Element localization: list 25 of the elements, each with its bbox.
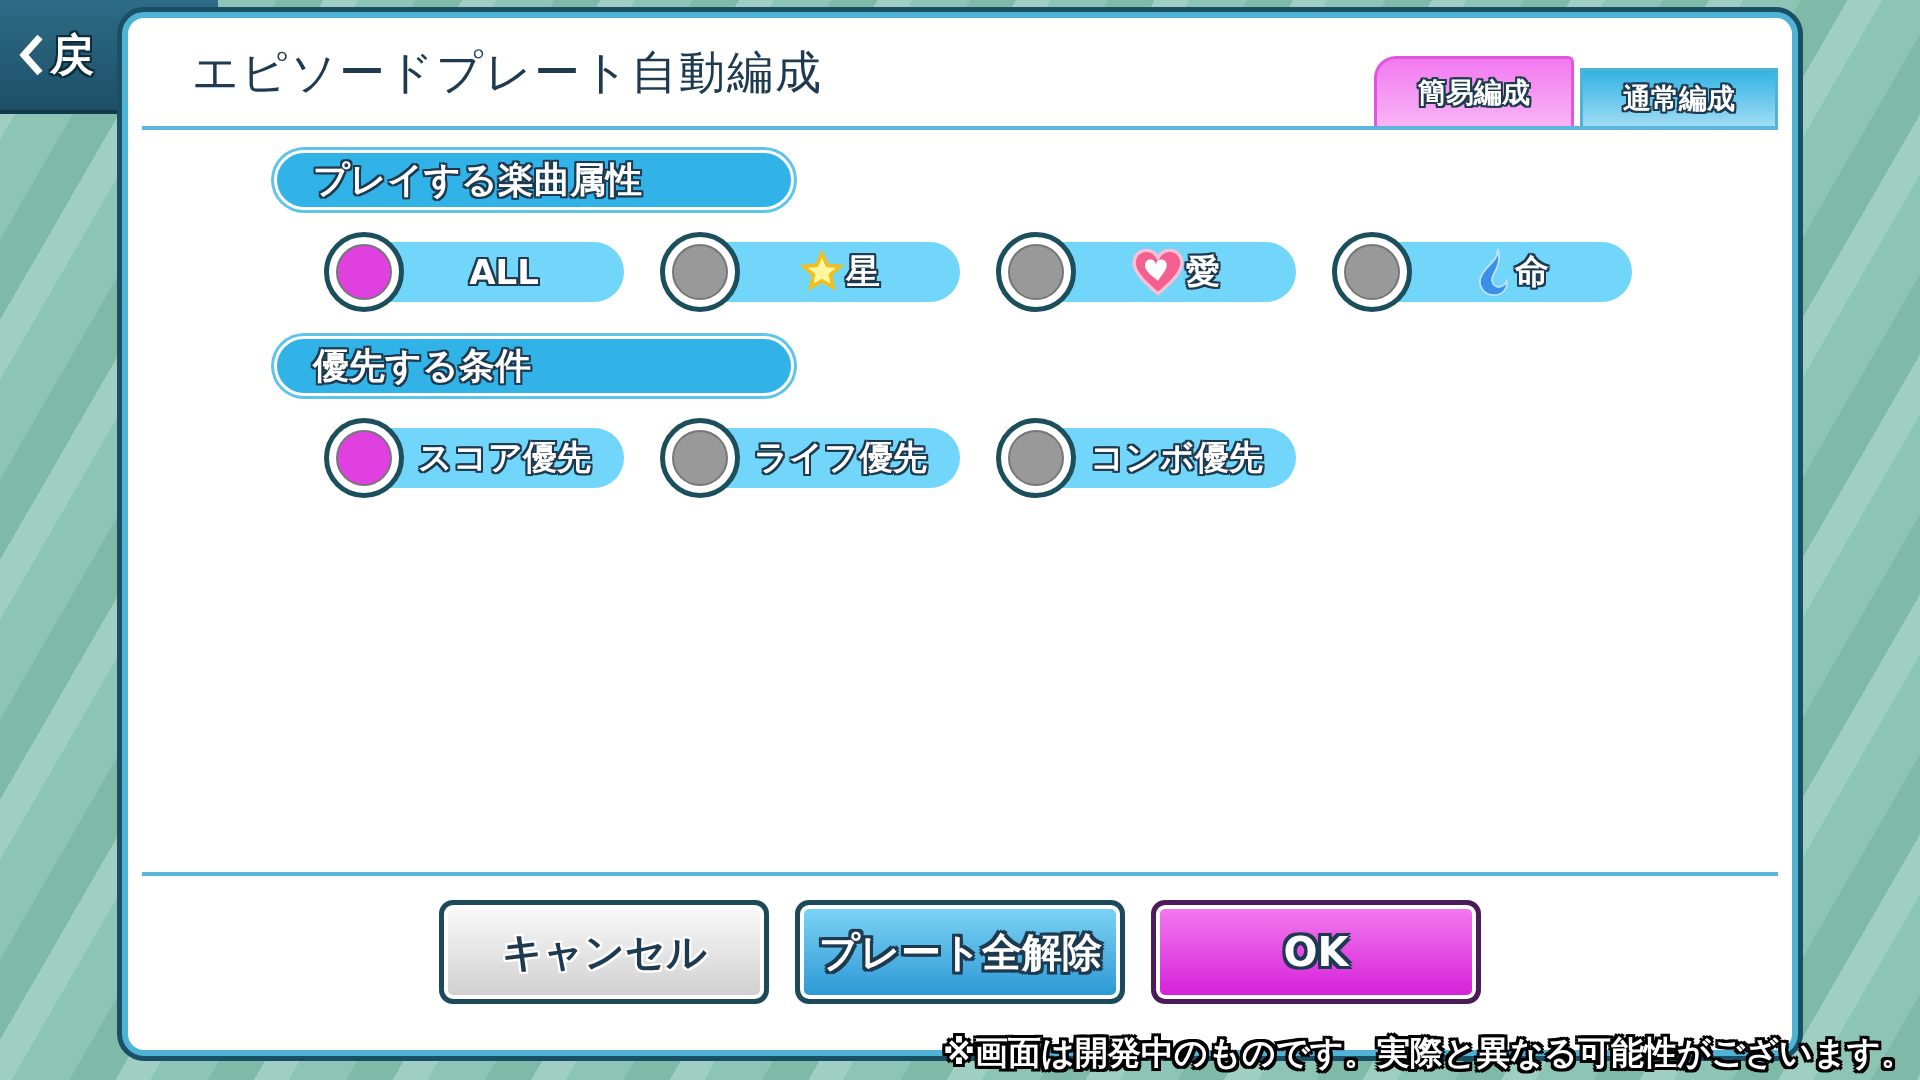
radio-option[interactable]: コンボ優先 xyxy=(996,418,1296,498)
section-heading: プレイする楽曲属性 xyxy=(274,150,794,210)
option-label: コンボ優先 xyxy=(1089,436,1263,479)
option-label: ALL xyxy=(469,252,539,292)
option-label: 星 xyxy=(846,250,880,293)
clear-button[interactable]: プレート全解除 xyxy=(795,900,1125,1004)
tab[interactable]: 簡易編成 xyxy=(1374,56,1574,126)
cancel-button[interactable]: キャンセル xyxy=(439,900,769,1004)
option-label: 命 xyxy=(1515,250,1549,293)
option-label: スコア優先 xyxy=(417,436,591,479)
radio-option[interactable]: 命 xyxy=(1332,232,1632,312)
heart-icon xyxy=(1132,248,1184,296)
tab[interactable]: 通常編成 xyxy=(1580,68,1778,126)
back-label: 戻 xyxy=(50,27,94,82)
radio-option[interactable]: 星 xyxy=(660,232,960,312)
chevron-left-icon xyxy=(18,34,44,76)
radio-option[interactable]: ALL xyxy=(324,232,624,312)
ok-button[interactable]: OK xyxy=(1151,900,1481,1004)
radio-option[interactable]: ライフ優先 xyxy=(660,418,960,498)
radio-option[interactable]: 愛 xyxy=(996,232,1296,312)
radio-option[interactable]: スコア優先 xyxy=(324,418,624,498)
option-label: 愛 xyxy=(1186,250,1220,293)
option-label: ライフ優先 xyxy=(753,436,927,479)
section-heading: 優先する条件 xyxy=(274,336,794,396)
star-icon xyxy=(800,250,844,294)
